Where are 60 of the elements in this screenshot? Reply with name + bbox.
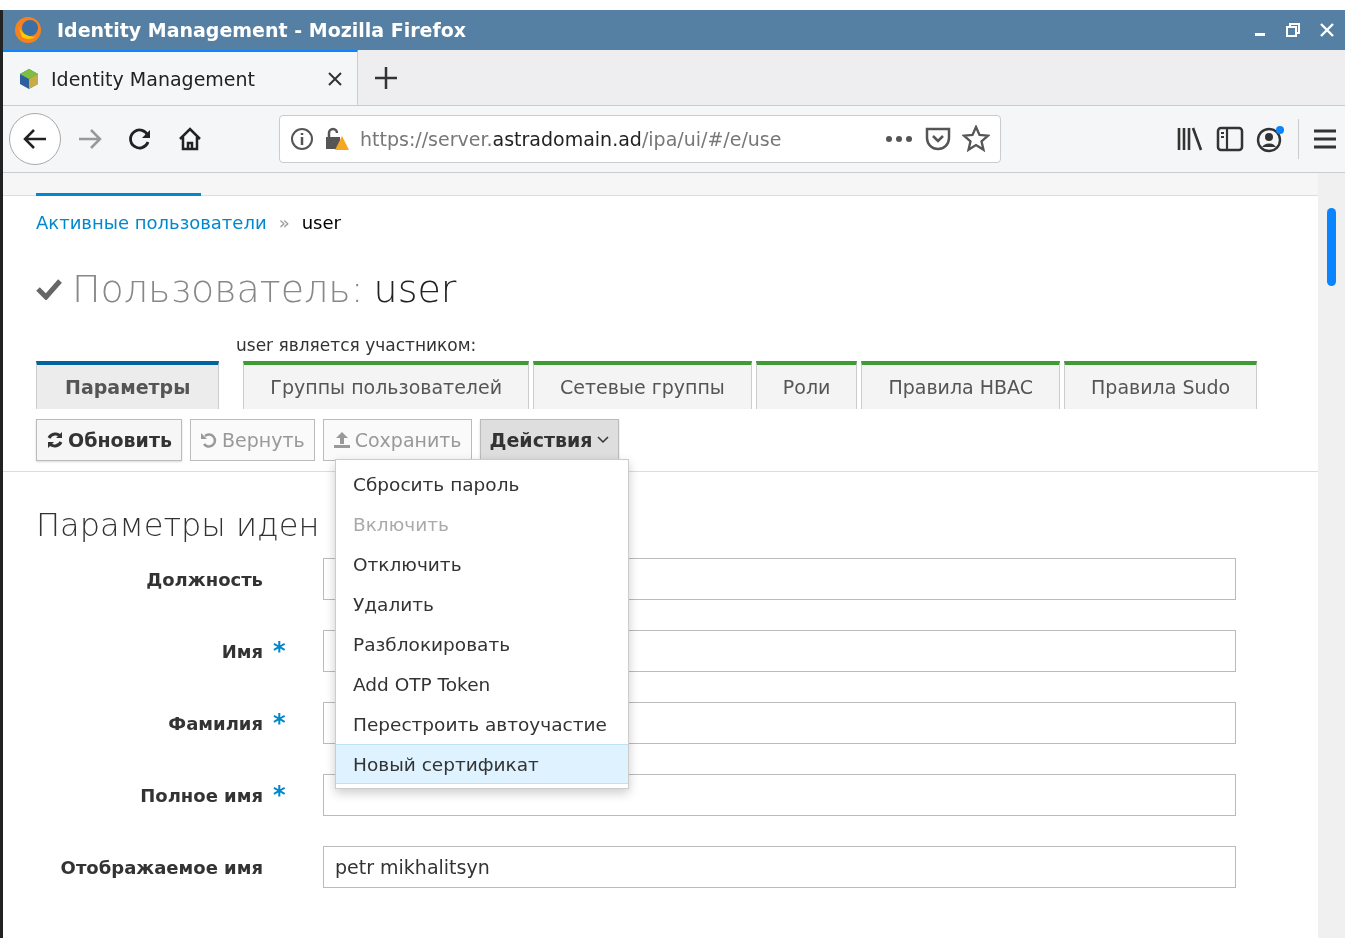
check-icon [36, 278, 62, 300]
window-title: Identity Management - Mozilla Firefox [57, 19, 468, 41]
plus-icon[interactable] [373, 65, 398, 90]
undo-icon [199, 431, 218, 449]
reload-icon[interactable] [128, 127, 152, 151]
menu-item[interactable]: Сбросить пароль [336, 464, 628, 504]
info-icon[interactable] [290, 127, 314, 151]
back-button[interactable] [9, 113, 61, 165]
facet-tab[interactable]: Роли [755, 361, 858, 409]
url-text: https://server.astradomain.ad/ipa/ui/#/e/use [360, 128, 783, 150]
text-field[interactable]: petr mikhalitsyn [323, 846, 1236, 888]
browser-tab[interactable]: Identity Management [3, 50, 358, 105]
address-bar[interactable]: https://server.astradomain.ad/ipa/ui/#/e/use [279, 115, 1001, 163]
star-icon[interactable] [962, 125, 990, 153]
scrollbar-thumb[interactable] [1327, 208, 1336, 286]
menu-item[interactable]: Разблокировать [336, 624, 628, 664]
breadcrumb-link[interactable]: Активные пользователи [36, 212, 267, 233]
cube-icon [17, 66, 41, 91]
page-title-name: user [373, 267, 457, 311]
caret-icon [596, 436, 609, 444]
field-label: Фамилия [167, 712, 263, 734]
lock-warning-icon[interactable] [324, 126, 350, 152]
browser-logo-icon [13, 15, 43, 45]
refresh-icon [46, 431, 64, 449]
forward-arrow-icon[interactable] [77, 127, 103, 151]
field-label: Отображаемое имя [59, 856, 263, 878]
facet-tab[interactable]: Параметры [36, 361, 220, 409]
action-button[interactable]: Действия [479, 419, 619, 461]
more-icon[interactable] [884, 134, 914, 144]
page-title-prefix: Пользователь: [72, 267, 364, 311]
close-icon[interactable] [327, 70, 343, 87]
menu-icon[interactable] [1311, 127, 1339, 151]
upload-icon [332, 431, 351, 449]
required-asterisk: * [272, 781, 286, 809]
menu-item[interactable]: Новый сертификат [336, 744, 628, 784]
restore-icon[interactable] [1285, 22, 1301, 38]
back-arrow-icon [22, 127, 48, 151]
action-button[interactable]: Обновить [36, 419, 182, 461]
account-icon[interactable] [1256, 125, 1286, 153]
member-label: user является участником: [235, 334, 478, 355]
menu-item[interactable]: Отключить [336, 544, 628, 584]
field-label: Имя [220, 640, 263, 662]
library-icon[interactable] [1176, 126, 1204, 152]
field-label: Должность [145, 568, 263, 590]
home-icon[interactable] [177, 126, 203, 152]
required-asterisk: * [272, 709, 286, 737]
breadcrumb-separator: » [278, 212, 290, 233]
facet-tab[interactable]: Сетевые группы [533, 361, 752, 409]
menu-item[interactable]: Удалить [336, 584, 628, 624]
facet-tab[interactable]: Правила HBAC [861, 361, 1061, 409]
breadcrumb-current: user [301, 212, 341, 233]
facet-tab[interactable]: Правила Sudo [1064, 361, 1258, 409]
sidebar-icon[interactable] [1216, 126, 1244, 152]
facet-tab[interactable]: Группы пользователей [243, 361, 530, 409]
menu-item[interactable]: Перестроить автоучастие [336, 704, 628, 744]
section-title: Параметры иден [36, 506, 320, 544]
field-label: Полное имя [139, 784, 263, 806]
menu-item[interactable]: Add OTP Token [336, 664, 628, 704]
required-asterisk: * [272, 637, 286, 665]
pocket-icon[interactable] [924, 126, 952, 152]
